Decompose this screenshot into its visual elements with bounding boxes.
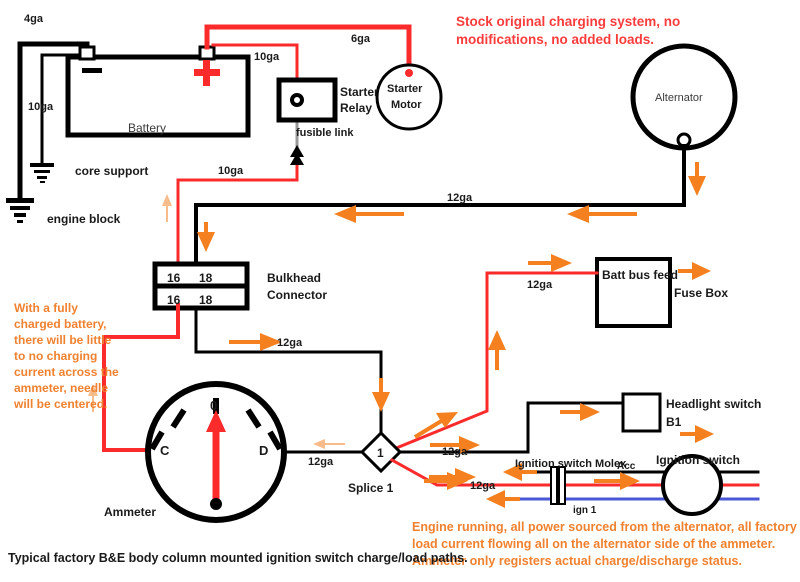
label-4ga-battery-neg: 4ga <box>24 13 44 25</box>
engine-block-label: engine block <box>47 212 121 226</box>
flow-arrow-ign1-left <box>486 490 520 508</box>
ammeter-note-line1: With a fully <box>14 301 78 315</box>
wire-splice-to-fuse-box <box>387 271 599 453</box>
flow-arrow-fuse-feed-up <box>488 330 506 370</box>
battery-negative-terminal <box>78 45 96 61</box>
bulkhead-label-line1: Bulkhead <box>267 271 321 285</box>
diagram-caption: Typical factory B&E body column mounted … <box>8 551 468 565</box>
label-6ga-starter-motor: 6ga <box>351 33 371 45</box>
ammeter-note-line3: there will be little <box>14 333 112 347</box>
flow-arrow-pale-relay-feed-up <box>162 194 172 222</box>
headlight-switch-label-line1: Headlight switch <box>666 397 761 411</box>
ammeter-note-line2: charged battery, <box>14 317 106 331</box>
fuse-box-label: Fuse Box <box>674 286 728 300</box>
ammeter-label: Ammeter <box>104 505 156 519</box>
ammeter-mark-d: D <box>259 443 268 458</box>
ammeter-note-line5: current across the <box>14 365 119 379</box>
flow-arrow-alternator-down <box>688 162 706 196</box>
alternator-label: Alternator <box>655 92 703 104</box>
headlight-switch-component <box>621 392 662 433</box>
ground-symbol-core-support <box>30 163 54 183</box>
flow-arrow-headlight-in <box>560 403 600 421</box>
ignition-molex-connector <box>550 466 566 505</box>
splice-label: Splice 1 <box>348 481 394 495</box>
label-10ga-core-support: 10ga <box>28 101 54 113</box>
wiring-diagram-svg: 4ga 10ga 6ga 10ga 10ga 12ga 12ga 12ga 12… <box>6 13 797 568</box>
flow-arrow-pale-ammeter-left <box>313 439 345 449</box>
battery-minus-icon <box>82 68 102 73</box>
flow-arrow-batt-bus-feed <box>528 254 572 272</box>
batt-bus-feed-label: Batt bus feed <box>602 268 678 282</box>
label-12ga-headlight: 12ga <box>442 446 468 458</box>
label-12ga-fuse-feed: 12ga <box>527 279 553 291</box>
ammeter-mark-c: C <box>160 443 170 458</box>
bulkhead-row-2-left: 16 <box>167 293 181 307</box>
label-10ga-starter-relay: 10ga <box>254 51 280 63</box>
label-12ga-ammeter-splice: 12ga <box>308 456 334 468</box>
label-12ga-alternator: 12ga <box>447 192 473 204</box>
ammeter-note-line7: will be centered. <box>13 397 107 411</box>
ignition-molex-label: Ignition switch Molex <box>515 458 627 470</box>
ground-symbol-engine-block <box>6 198 34 223</box>
bulkhead-row-2-right: 18 <box>199 293 213 307</box>
engine-running-note-line2: load current flowing all on the alternat… <box>412 537 775 551</box>
bulkhead-row-1-right: 18 <box>199 271 213 285</box>
label-12ga-bulkhead-splice: 12ga <box>277 337 303 349</box>
starter-relay-label-line1: Starter <box>340 85 379 99</box>
flow-arrow-acc-right <box>594 472 640 490</box>
label-12ga-ignition: 12ga <box>470 480 496 492</box>
starter-motor-component <box>375 63 443 131</box>
ignition-switch-label: Ignition switch <box>656 453 740 467</box>
fusible-link-label: fusible link <box>296 127 354 139</box>
starter-relay-label-line2: Relay <box>340 101 372 115</box>
ammeter-note-line6: ammeter, needle <box>14 381 108 395</box>
flow-arrow-headlight-out <box>680 425 714 443</box>
flow-arrow-bulkhead-right <box>229 333 282 351</box>
bulkhead-row-1-left: 16 <box>167 271 181 285</box>
splice-number: 1 <box>377 446 384 460</box>
stock-system-note-line1: Stock original charging system, no <box>456 14 680 29</box>
starter-relay-component <box>276 77 338 123</box>
flow-arrow-to-splice-down <box>372 378 390 412</box>
flow-arrow-alt-left-2 <box>567 205 637 223</box>
starter-motor-label-line2: Motor <box>391 99 422 111</box>
wire-alternator-to-bulkhead <box>194 144 686 264</box>
flow-arrow-fuse-box-out <box>678 262 711 280</box>
flow-arrow-bulkhead-down <box>197 222 215 252</box>
battery-label: Battery <box>128 121 166 135</box>
wiring-diagram-canvas: 4ga 10ga 6ga 10ga 10ga 12ga 12ga 12ga 12… <box>0 0 800 582</box>
starter-motor-label-line1: Starter <box>387 83 423 95</box>
bulkhead-label-line2: Connector <box>267 288 327 302</box>
ammeter-note-line4: to no charging <box>14 349 97 363</box>
flow-arrow-alt-left-1 <box>334 205 404 223</box>
stock-system-note-line2: modifications, no added loads. <box>456 32 654 47</box>
engine-running-note-line1: Engine running, all power sourced from t… <box>412 520 797 534</box>
core-support-label: core support <box>75 164 148 178</box>
label-ign1: ign 1 <box>573 505 597 516</box>
label-10ga-bulkhead-feed: 10ga <box>218 165 244 177</box>
headlight-switch-label-line2: B1 <box>666 415 682 429</box>
ammeter-mark-zero: 0 <box>210 398 217 413</box>
